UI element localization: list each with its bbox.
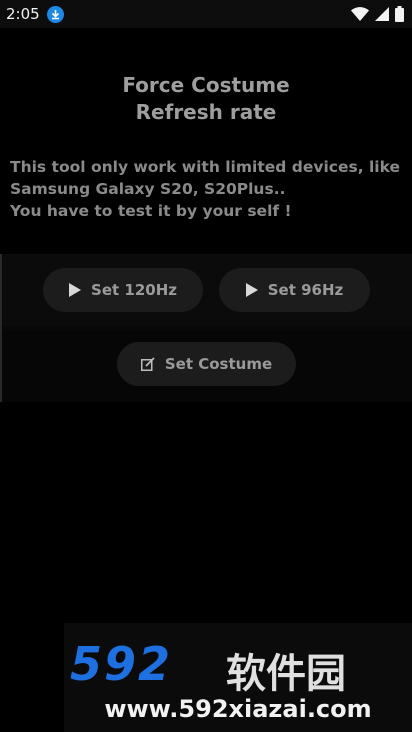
description: This tool only work with limited devices… [10, 156, 405, 222]
play-icon [245, 283, 258, 297]
status-bar: 2:05 [0, 0, 412, 28]
title-line-2: Refresh rate [135, 100, 277, 124]
description-line-1: This tool only work with limited devices… [10, 158, 401, 176]
title-line-1: Force Costume [122, 73, 290, 97]
panel-edge [0, 254, 2, 402]
watermark-logo: 592 [70, 637, 173, 691]
set-costume-label: Set Costume [164, 355, 273, 373]
signal-icon [375, 7, 389, 21]
set-120hz-label: Set 120Hz [91, 281, 177, 299]
download-icon [47, 6, 64, 23]
edit-icon [140, 357, 155, 371]
description-line-2: Samsung Galaxy S20, S20Plus.. [10, 180, 286, 198]
status-time: 2:05 [6, 5, 40, 23]
set-96hz-label: Set 96Hz [267, 281, 344, 299]
battery-icon [395, 6, 404, 22]
page-title: Force Costume Refresh rate [0, 72, 412, 126]
set-96hz-button[interactable]: Set 96Hz [219, 268, 370, 312]
status-icons [351, 6, 404, 22]
wifi-icon [351, 7, 369, 21]
play-icon [69, 283, 82, 297]
description-line-3: You have to test it by your self ! [10, 202, 292, 220]
watermark: 592 软件园 www.592xiazai.com [64, 623, 412, 732]
set-costume-button[interactable]: Set Costume [117, 342, 296, 386]
watermark-logo-cn: 软件园 [226, 651, 346, 697]
set-120hz-button[interactable]: Set 120Hz [43, 268, 203, 312]
watermark-url: www.592xiazai.com [104, 695, 372, 723]
